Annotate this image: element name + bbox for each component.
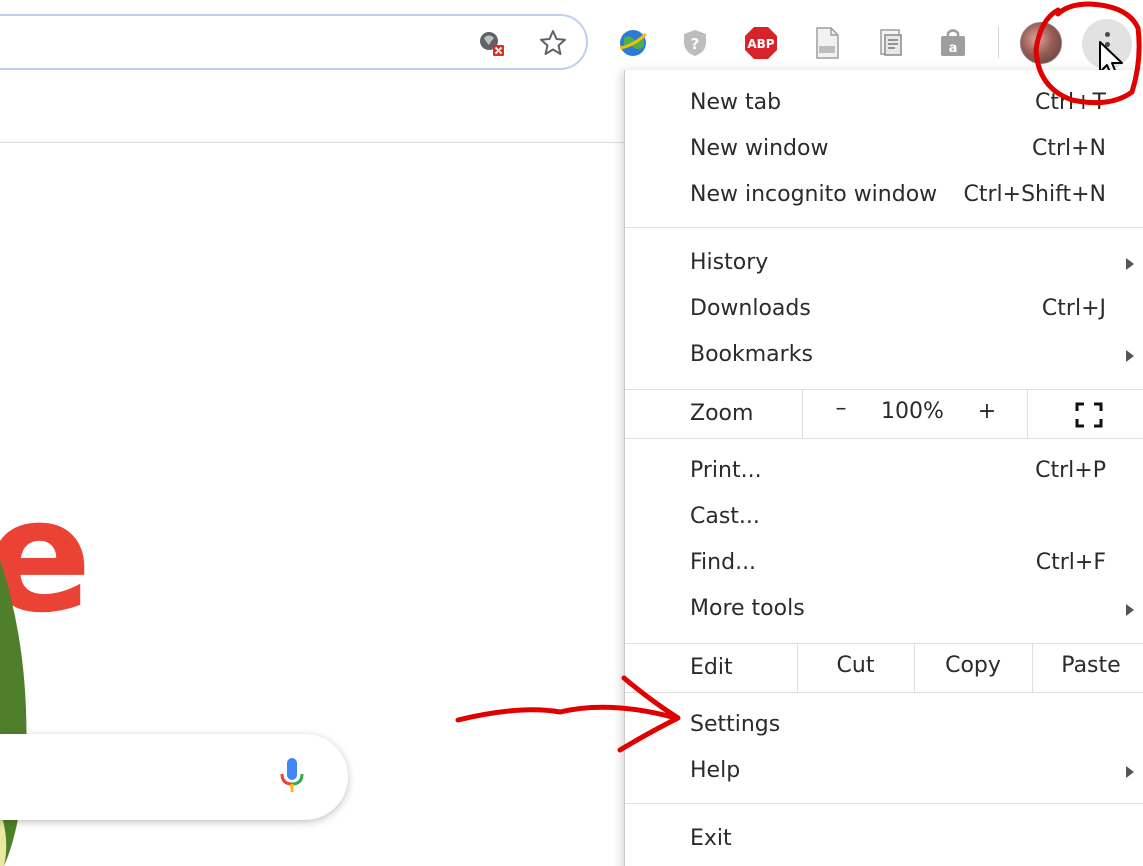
menu-edit-row: Edit Cut Copy Paste [625, 644, 1143, 692]
menu-separator [625, 692, 1143, 693]
menu-item-shortcut: Ctrl+J [1041, 296, 1106, 321]
zoom-in-button[interactable]: + [975, 399, 999, 424]
menu-item-shortcut: Ctrl+F [1035, 550, 1106, 575]
menu-item-more-tools[interactable]: More tools [625, 588, 1143, 632]
microphone-icon[interactable] [276, 756, 308, 798]
menu-item-label: History [690, 250, 769, 275]
toolbar-divider [998, 26, 999, 58]
menu-item-shortcut: Ctrl+T [1034, 90, 1106, 115]
menu-item-help[interactable]: Help [625, 750, 1143, 794]
zoom-out-button[interactable]: – [829, 396, 853, 421]
submenu-arrow-icon [1126, 350, 1134, 362]
menu-item-cast[interactable]: Cast... [625, 496, 1143, 540]
site-settings-blocked-icon[interactable] [474, 26, 508, 60]
menu-item-label: Help [690, 758, 741, 783]
menu-item-settings[interactable]: Settings [625, 704, 1143, 748]
menu-item-exit[interactable]: Exit [625, 818, 1143, 862]
svg-text:ABP: ABP [747, 37, 774, 51]
menu-item-label: Exit [690, 826, 732, 851]
menu-item-bookmarks[interactable]: Bookmarks [625, 334, 1143, 378]
pdf-extension-icon[interactable] [808, 24, 846, 62]
profile-avatar[interactable] [1020, 22, 1062, 64]
menu-item-find[interactable]: Find... Ctrl+F [625, 542, 1143, 586]
menu-item-label: New incognito window [690, 182, 938, 207]
zoom-label: Zoom [690, 401, 754, 426]
menu-separator [625, 438, 1143, 439]
menu-item-new-tab[interactable]: New tab Ctrl+T [625, 82, 1143, 126]
shopping-bag-extension-icon[interactable]: a [934, 24, 972, 62]
menu-item-shortcut: Ctrl+N [1031, 136, 1106, 161]
menu-item-label: Settings [690, 712, 781, 737]
submenu-arrow-icon [1126, 766, 1134, 778]
svg-text:a: a [949, 41, 958, 56]
menu-item-label: Print... [690, 458, 762, 483]
menu-item-history[interactable]: History [625, 242, 1143, 286]
bookmark-star-icon[interactable] [536, 26, 570, 60]
svg-text:?: ? [691, 35, 700, 53]
menu-separator [625, 803, 1143, 804]
menu-item-new-incognito-window[interactable]: New incognito window Ctrl+Shift+N [625, 174, 1143, 218]
zoom-level-value: 100% [881, 399, 944, 424]
fullscreen-icon[interactable] [1075, 402, 1103, 428]
menu-item-shortcut: Ctrl+Shift+N [963, 182, 1106, 207]
adblock-plus-icon[interactable]: ABP [742, 24, 780, 62]
menu-item-label: More tools [690, 596, 805, 621]
browser-window: ? ABP a e New tab Ctrl+T New window Ctrl… [0, 0, 1143, 866]
menu-separator [625, 227, 1143, 228]
menu-item-label: Find... [690, 550, 757, 575]
edit-label: Edit [690, 655, 733, 680]
menu-item-label: Downloads [690, 296, 811, 321]
submenu-arrow-icon [1126, 604, 1134, 616]
idm-globe-icon[interactable] [614, 24, 652, 62]
menu-item-label: Cast... [690, 504, 760, 529]
menu-item-label: New tab [690, 90, 782, 115]
menu-item-print[interactable]: Print... Ctrl+P [625, 450, 1143, 494]
menu-item-downloads[interactable]: Downloads Ctrl+J [625, 288, 1143, 332]
menu-item-label: Bookmarks [690, 342, 813, 367]
menu-item-new-window[interactable]: New window Ctrl+N [625, 128, 1143, 172]
copy-button[interactable]: Copy [914, 653, 1032, 678]
doodle-leaf-icon [0, 560, 27, 866]
submenu-arrow-icon [1126, 258, 1134, 270]
menu-zoom-row: Zoom – 100% + [625, 390, 1143, 438]
toolbar-bottom-border [0, 142, 626, 143]
shield-extension-icon[interactable]: ? [676, 24, 714, 62]
menu-item-label: New window [690, 136, 829, 161]
menu-item-shortcut: Ctrl+P [1035, 458, 1106, 483]
cut-button[interactable]: Cut [797, 653, 914, 678]
document-extension-icon[interactable] [872, 24, 910, 62]
chrome-main-menu: New tab Ctrl+T New window Ctrl+N New inc… [624, 70, 1143, 866]
paste-button[interactable]: Paste [1032, 653, 1143, 678]
